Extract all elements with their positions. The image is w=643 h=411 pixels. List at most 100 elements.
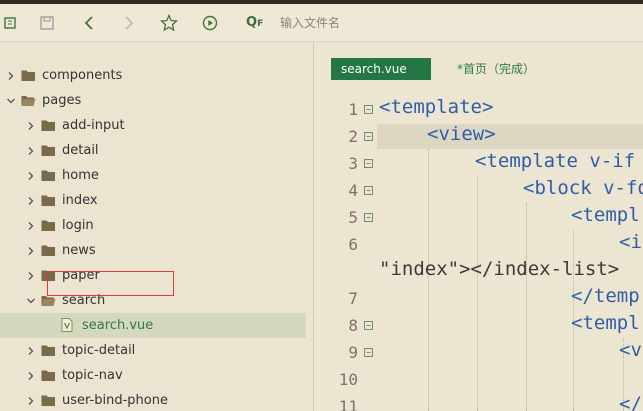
forward-icon[interactable] [118, 12, 140, 34]
tab-home[interactable]: *首页（完成） [457, 60, 535, 77]
line-number: 2 [348, 127, 358, 146]
folder-icon [41, 394, 56, 407]
line-number: 8 [348, 316, 358, 335]
chevron-right-icon[interactable] [26, 370, 36, 380]
fold-toggle-icon[interactable]: − [364, 186, 373, 195]
star-icon[interactable] [158, 12, 180, 34]
tree-item-label: pages [42, 93, 82, 108]
tree-item-label: components [42, 68, 123, 83]
folder-icon [41, 219, 56, 232]
line-number: 11 [338, 397, 358, 411]
file-item[interactable]: search.vue [0, 313, 306, 338]
file-tree: components pages add-input detail home index l… [0, 42, 314, 411]
tab-search-vue[interactable]: search.vue [331, 58, 431, 80]
folder-item[interactable]: user-bind-phone [0, 388, 306, 411]
folder-item[interactable]: login [0, 213, 306, 238]
fold-toggle-icon[interactable]: − [364, 213, 373, 222]
tree-item-label: add-input [62, 118, 125, 133]
code-line[interactable]: 10 [315, 366, 643, 393]
chevron-right-icon[interactable] [6, 70, 16, 80]
folder-item[interactable]: search [0, 288, 306, 313]
code-text: "index"></index-list> [379, 258, 620, 280]
folder-icon [41, 269, 56, 282]
code-text: <template v-if [475, 150, 636, 172]
code-line[interactable]: 2− <view> [315, 123, 643, 150]
tree-item-label: login [62, 218, 94, 233]
code-line[interactable]: 7 </temp [315, 285, 643, 312]
tree-item-label: search.vue [82, 318, 154, 333]
save-icon[interactable] [36, 12, 58, 34]
code-text: <templ [571, 204, 640, 226]
new-file-icon[interactable] [0, 12, 22, 34]
tree-item-label: detail [62, 143, 99, 158]
chevron-right-icon[interactable] [26, 170, 36, 180]
fold-toggle-icon[interactable]: − [364, 132, 373, 141]
code-text: <i [619, 231, 642, 253]
folder-item[interactable]: paper [0, 263, 306, 288]
code-line[interactable]: 6 <i [315, 231, 643, 258]
folder-icon [21, 69, 36, 82]
code-text: <view> [427, 123, 496, 145]
line-number: 10 [338, 370, 358, 389]
chevron-right-icon[interactable] [26, 345, 36, 355]
run-icon[interactable] [199, 12, 221, 34]
tree-item-label: paper [62, 268, 100, 283]
folder-item[interactable]: index [0, 188, 306, 213]
line-number: 9 [348, 343, 358, 362]
folder-icon [41, 344, 56, 357]
folder-icon [41, 244, 56, 257]
chevron-right-icon[interactable] [26, 120, 36, 130]
folder-item[interactable]: add-input [0, 113, 306, 138]
folder-item[interactable]: detail [0, 138, 306, 163]
folder-item[interactable]: components [0, 63, 306, 88]
chevron-right-icon[interactable] [26, 145, 36, 155]
code-editor[interactable]: search.vue *首页（完成） 1− <template> 2− <view> 3… [315, 42, 643, 411]
code-text: </ [619, 393, 642, 411]
folder-item[interactable]: topic-detail [0, 338, 306, 363]
line-number: 6 [348, 235, 358, 254]
back-icon[interactable] [78, 12, 100, 34]
chevron-right-icon[interactable] [26, 195, 36, 205]
code-line[interactable]: "index"></index-list> [315, 258, 643, 285]
folder-item[interactable]: topic-nav [0, 363, 306, 388]
code-line[interactable]: 4− <block v-fo [315, 177, 643, 204]
chevron-right-icon[interactable] [26, 395, 36, 405]
line-number: 7 [348, 289, 358, 308]
tree-item-label: index [62, 193, 98, 208]
file-search-input[interactable] [280, 12, 580, 34]
chevron-right-icon[interactable] [26, 220, 36, 230]
toolbar: QF [0, 4, 643, 42]
search-icon: QF [246, 15, 264, 30]
chevron-right-icon[interactable] [26, 245, 36, 255]
code-text: <templ [571, 312, 640, 334]
line-number: 4 [348, 181, 358, 200]
code-line[interactable]: 9− <v [315, 339, 643, 366]
fold-toggle-icon[interactable]: − [364, 321, 373, 330]
line-number: 1 [348, 100, 358, 119]
folder-open-icon [21, 94, 36, 107]
code-text: <template> [379, 96, 494, 118]
tree-item-label: search [62, 293, 106, 308]
chevron-down-icon[interactable] [6, 95, 16, 105]
code-text: </temp [571, 285, 640, 307]
folder-open-icon [41, 294, 56, 307]
folder-icon [41, 369, 56, 382]
code-line[interactable]: 11 </ [315, 393, 643, 411]
fold-toggle-icon[interactable]: − [364, 105, 373, 114]
code-line[interactable]: 5− <templ [315, 204, 643, 231]
folder-item[interactable]: home [0, 163, 306, 188]
code-text: <block v-fo [523, 177, 643, 199]
fold-toggle-icon[interactable]: − [364, 159, 373, 168]
code-line[interactable]: 8− <templ [315, 312, 643, 339]
code-line[interactable]: 3− <template v-if [315, 150, 643, 177]
folder-item[interactable]: news [0, 238, 306, 263]
folder-icon [41, 169, 56, 182]
vue-file-icon [61, 318, 73, 332]
code-area[interactable]: 1− <template> 2− <view> 3− <template v-if 4− <b… [315, 96, 643, 411]
code-line[interactable]: 1− <template> [315, 96, 643, 123]
fold-toggle-icon[interactable]: − [364, 348, 373, 357]
chevron-down-icon[interactable] [26, 295, 36, 305]
folder-item[interactable]: pages [0, 88, 306, 113]
chevron-right-icon[interactable] [26, 270, 36, 280]
tree-item-label: user-bind-phone [62, 393, 168, 408]
